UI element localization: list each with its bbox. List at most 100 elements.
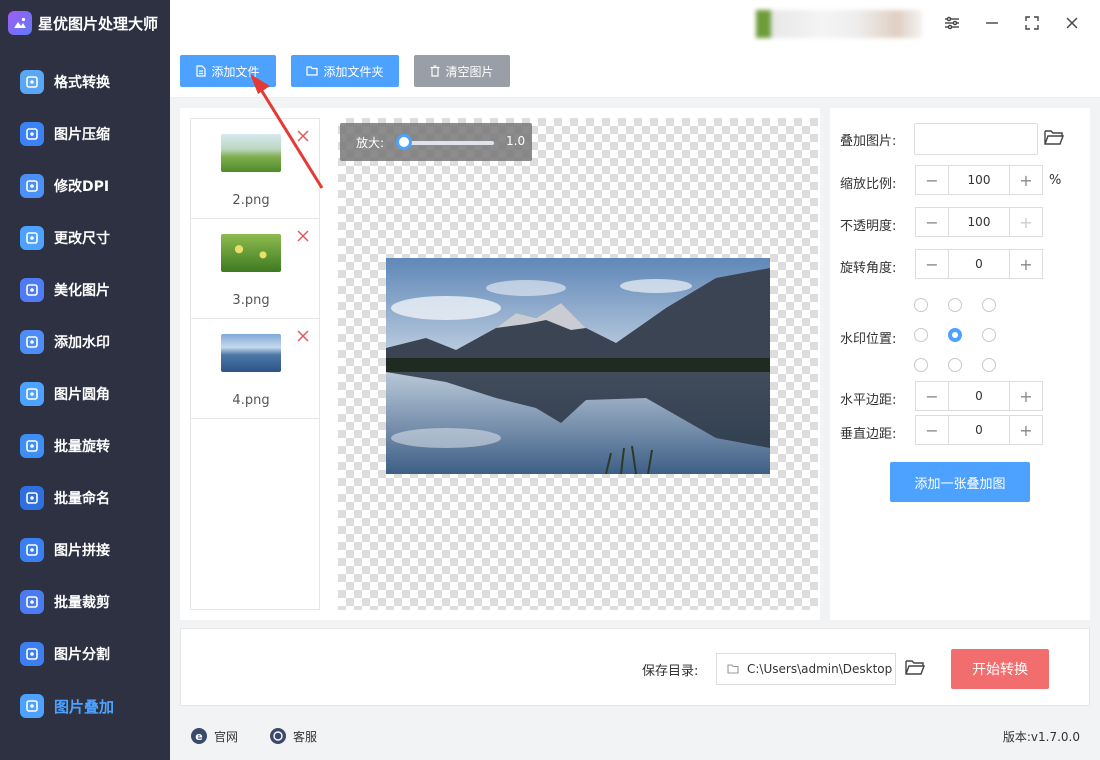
website-link[interactable]: e 官网	[190, 727, 238, 745]
zoom-slider-handle[interactable]	[396, 134, 412, 150]
file-thumbnail	[221, 334, 281, 372]
version-label: 版本:v1.7.0.0	[1002, 730, 1080, 744]
sidebar-item-label: 修改DPI	[54, 179, 110, 195]
position-radio-top-left[interactable]	[914, 298, 928, 312]
file-thumbnail	[221, 234, 281, 272]
file-name: 2.png	[232, 193, 270, 208]
position-radio-top-center[interactable]	[948, 298, 962, 312]
resize-icon	[20, 226, 44, 250]
rotation-decrease-button[interactable]: −	[916, 250, 948, 278]
main-area: 添加文件 添加文件夹 清空图片 2.png 3.png 4.png 放大: 1.0	[170, 0, 1100, 760]
opacity-increase-button[interactable]: +	[1010, 208, 1042, 236]
file-name: 3.png	[232, 293, 270, 308]
file-list: 2.png 3.png 4.png	[190, 118, 320, 610]
stitch-icon	[20, 538, 44, 562]
scale-increase-button[interactable]: +	[1010, 166, 1042, 194]
sidebar-item-2[interactable]: 图片压缩	[0, 108, 170, 160]
watermark-icon	[20, 330, 44, 354]
sidebar-item-12[interactable]: 图片分割	[0, 628, 170, 680]
position-radio-bottom-right[interactable]	[982, 358, 996, 372]
toolbar: 添加文件 添加文件夹 清空图片	[170, 46, 1100, 98]
h-margin-increase-button[interactable]: +	[1010, 382, 1042, 410]
sidebar-item-5[interactable]: 美化图片	[0, 264, 170, 316]
customer-service-icon	[270, 728, 286, 744]
h-margin-value[interactable]: 0	[948, 382, 1010, 410]
sidebar-item-1[interactable]: 格式转换	[0, 56, 170, 108]
add-file-button[interactable]: 添加文件	[180, 55, 276, 87]
app-title: 星优图片处理大师	[38, 14, 159, 33]
position-radio-bottom-center[interactable]	[948, 358, 962, 372]
position-radio-middle-left[interactable]	[914, 328, 928, 342]
horizontal-margin-label: 水平边距:	[840, 393, 897, 408]
rotation-increase-button[interactable]: +	[1010, 250, 1042, 278]
position-radio-middle-right[interactable]	[982, 328, 996, 342]
sidebar-item-8[interactable]: 批量旋转	[0, 420, 170, 472]
settings-sliders-icon[interactable]	[940, 11, 964, 35]
output-bar: 保存目录: C:\Users\admin\Desktop 开始转换	[180, 628, 1090, 706]
trash-icon	[430, 65, 440, 77]
footer: e 官网 客服 版本:v1.7.0.0	[170, 712, 1100, 760]
remove-file-icon[interactable]	[296, 329, 312, 345]
sidebar-item-11[interactable]: 批量裁剪	[0, 576, 170, 628]
support-link[interactable]: 客服	[269, 727, 317, 745]
folder-icon	[306, 66, 319, 76]
h-margin-decrease-button[interactable]: −	[916, 382, 948, 410]
v-margin-value[interactable]: 0	[948, 416, 1010, 444]
file-icon	[196, 65, 207, 77]
add-file-label: 添加文件	[211, 64, 260, 79]
opacity-decrease-button[interactable]: −	[916, 208, 948, 236]
sidebar-item-13[interactable]: 图片叠加	[0, 680, 170, 732]
sidebar-item-6[interactable]: 添加水印	[0, 316, 170, 368]
save-folder-open-icon[interactable]	[905, 659, 925, 677]
overlay-folder-open-icon[interactable]	[1044, 129, 1064, 147]
overlay-image-label: 叠加图片:	[840, 134, 897, 149]
sidebar-item-7[interactable]: 图片圆角	[0, 368, 170, 420]
sidebar-item-3[interactable]: 修改DPI	[0, 160, 170, 212]
sidebar-item-9[interactable]: 批量命名	[0, 472, 170, 524]
image-convert-icon	[20, 70, 44, 94]
start-convert-button[interactable]: 开始转换	[951, 649, 1049, 689]
split-icon	[20, 642, 44, 666]
rotation-stepper: − 0 +	[915, 249, 1043, 279]
rotation-value[interactable]: 0	[948, 250, 1010, 278]
scale-value[interactable]: 100	[948, 166, 1010, 194]
clear-images-button[interactable]: 清空图片	[414, 55, 510, 87]
add-overlay-image-button[interactable]: 添加一张叠加图	[890, 462, 1030, 502]
list-item[interactable]: 3.png	[191, 219, 319, 319]
vertical-margin-stepper: − 0 +	[915, 415, 1043, 445]
scale-decrease-button[interactable]: −	[916, 166, 948, 194]
scale-label: 缩放比例:	[840, 177, 897, 192]
sidebar-item-label: 批量命名	[54, 491, 110, 507]
clear-images-label: 清空图片	[445, 64, 494, 79]
overlay-image-field[interactable]	[914, 123, 1038, 155]
preview-image	[386, 258, 770, 474]
zoom-slider-track[interactable]	[398, 141, 494, 145]
remove-file-icon[interactable]	[296, 129, 312, 145]
position-radio-bottom-left[interactable]	[914, 358, 928, 372]
sidebar: 星优图片处理大师 格式转换 图片压缩 修改DPI 更改尺寸 美化图片 添加水印 图片圆角 批量…	[0, 0, 170, 760]
sidebar-item-4[interactable]: 更改尺寸	[0, 212, 170, 264]
list-item[interactable]: 4.png	[191, 319, 319, 419]
position-radio-center[interactable]	[948, 328, 962, 342]
minimize-icon[interactable]	[980, 11, 1004, 35]
scale-stepper: − 100 +	[915, 165, 1043, 195]
preview-canvas[interactable]: 放大: 1.0	[338, 118, 818, 610]
zoom-label: 放大:	[356, 136, 385, 150]
sidebar-item-label: 格式转换	[54, 75, 110, 91]
close-icon[interactable]	[1060, 11, 1084, 35]
opacity-stepper: − 100 +	[915, 207, 1043, 237]
sidebar-item-label: 美化图片	[54, 283, 110, 299]
remove-file-icon[interactable]	[296, 229, 312, 245]
sidebar-item-10[interactable]: 图片拼接	[0, 524, 170, 576]
position-radio-top-right[interactable]	[982, 298, 996, 312]
add-folder-button[interactable]: 添加文件夹	[291, 55, 399, 87]
user-account-avatar[interactable]	[756, 10, 922, 38]
opacity-value[interactable]: 100	[948, 208, 1010, 236]
maximize-icon[interactable]	[1020, 11, 1044, 35]
save-directory-field[interactable]: C:\Users\admin\Desktop	[716, 653, 896, 685]
v-margin-decrease-button[interactable]: −	[916, 416, 948, 444]
list-item[interactable]: 2.png	[191, 119, 319, 219]
opacity-label: 不透明度:	[840, 219, 897, 234]
v-margin-increase-button[interactable]: +	[1010, 416, 1042, 444]
work-panel: 2.png 3.png 4.png 放大: 1.0	[180, 108, 820, 620]
